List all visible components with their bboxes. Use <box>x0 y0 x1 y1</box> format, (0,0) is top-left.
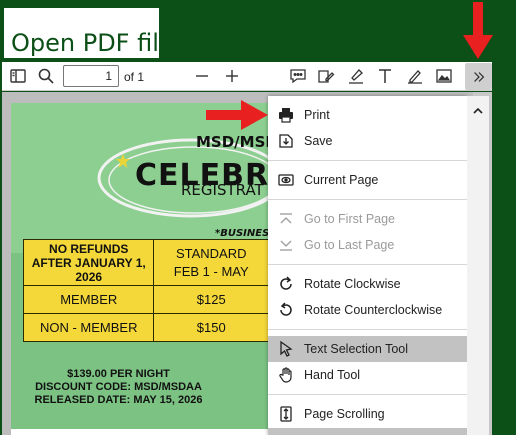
zoom-out-icon[interactable] <box>192 66 212 86</box>
double-chevron-right-icon <box>473 71 484 82</box>
flyer-footer: $139.00 PER NIGHT DISCOUNT CODE: MSD/MSD… <box>11 368 226 407</box>
pdf-toolbar: of 1 <box>2 62 492 91</box>
comment-icon[interactable] <box>288 66 308 86</box>
printer-icon <box>268 106 304 124</box>
red-arrow-down-icon <box>463 2 493 59</box>
menu-label: Print <box>304 108 330 122</box>
menu-label: Go to First Page <box>304 212 396 226</box>
eye-icon <box>268 171 304 189</box>
flyer-footer-line3: RELEASED DATE: MAY 15, 2026 <box>34 394 203 406</box>
rotate-counterclockwise-icon <box>268 301 304 319</box>
pricing-row-value: $125 <box>153 285 269 314</box>
search-icon[interactable] <box>36 66 56 86</box>
menu-separator <box>268 264 467 265</box>
pricing-header-right-line1: STANDARD <box>175 245 247 261</box>
menu-label: Rotate Clockwise <box>304 277 401 291</box>
flyer-footer-line1: $139.00 PER NIGHT <box>67 368 170 380</box>
menu-label: Save <box>304 134 333 148</box>
menu-item-page-scrolling[interactable]: Page Scrolling <box>268 401 467 427</box>
menu-item-rotate-clockwise[interactable]: Rotate Clockwise <box>268 271 467 297</box>
next-menu-item-partial <box>268 428 467 435</box>
menu-item-rotate-counterclockwise[interactable]: Rotate Counterclockwise <box>268 297 467 323</box>
pricing-header-right-line2: FEB 1 - MAY <box>173 263 249 279</box>
menu-label: Hand Tool <box>304 368 361 382</box>
first-page-icon <box>268 210 304 228</box>
sidebar-toggle-icon[interactable] <box>8 66 28 86</box>
menu-item-text-selection-tool[interactable]: Text Selection Tool <box>268 336 467 362</box>
star-icon <box>116 154 130 168</box>
image-icon[interactable] <box>434 66 454 86</box>
flyer-business-note: *BUSINESS <box>215 228 269 239</box>
menu-label: Go to Last Page <box>304 238 395 252</box>
sign-icon[interactable] <box>316 66 336 86</box>
pdf-page: MSD/MSD CELEBRA REGISTRAT *BUSINESS NO R… <box>11 103 269 435</box>
last-page-icon <box>268 236 304 254</box>
menu-item-current-page[interactable]: Current Page <box>268 167 467 193</box>
rotate-clockwise-icon <box>268 275 304 293</box>
menu-item-hand-tool[interactable]: Hand Tool <box>268 362 467 388</box>
red-arrow-right-icon <box>206 100 268 130</box>
flyer-footer-line2: DISCOUNT CODE: MSD/MSDAA <box>35 381 202 393</box>
page-count-label: of 1 <box>124 70 145 84</box>
menu-separator <box>268 160 467 161</box>
menu-label: Page Scrolling <box>304 407 385 421</box>
hand-icon <box>268 366 304 384</box>
pricing-row-value: $150 <box>153 313 269 342</box>
overlay-title: Open PDF file <box>11 29 174 57</box>
flyer-headline-1: MSD/MSD <box>196 133 269 151</box>
menu-label: Rotate Counterclockwise <box>304 303 443 317</box>
scroll-up-arrow-icon[interactable] <box>472 106 484 116</box>
pricing-row-label: MEMBER <box>22 285 155 314</box>
text-icon[interactable] <box>375 66 395 86</box>
menu-item-first-page[interactable]: Go to First Page <box>268 206 467 232</box>
page-scrolling-icon <box>268 405 304 423</box>
menu-separator <box>268 329 467 330</box>
zoom-in-icon[interactable] <box>222 66 242 86</box>
page-number-input[interactable] <box>63 65 119 87</box>
save-icon <box>268 132 304 150</box>
menu-label: Text Selection Tool <box>304 342 408 356</box>
menu-item-last-page[interactable]: Go to Last Page <box>268 232 467 258</box>
pricing-header-left: NO REFUNDS AFTER JANUARY 1, 2026 <box>22 239 155 286</box>
title-overlay: Open PDF file <box>4 8 174 58</box>
page-bottom-edge <box>11 429 269 435</box>
draw-icon[interactable] <box>405 66 425 86</box>
highlight-icon[interactable] <box>346 66 366 86</box>
menu-separator <box>268 394 467 395</box>
more-tools-button[interactable] <box>465 63 492 90</box>
menu-separator <box>268 199 467 200</box>
pricing-row-label: NON - MEMBER <box>22 313 155 342</box>
cursor-arrow-icon <box>268 340 304 358</box>
pricing-header-right: STANDARD FEB 1 - MAY <box>153 239 269 286</box>
menu-scrollbar[interactable] <box>467 96 489 435</box>
flyer-headline-3: REGISTRAT <box>181 181 264 199</box>
menu-item-print[interactable]: Print <box>268 102 467 128</box>
menu-label: Current Page <box>304 173 379 187</box>
menu-item-save[interactable]: Save <box>268 128 467 154</box>
more-tools-menu: Print Save Current Page Go to First Page… <box>268 96 467 435</box>
pricing-table: NO REFUNDS AFTER JANUARY 1, 2026 STANDAR… <box>22 239 269 342</box>
